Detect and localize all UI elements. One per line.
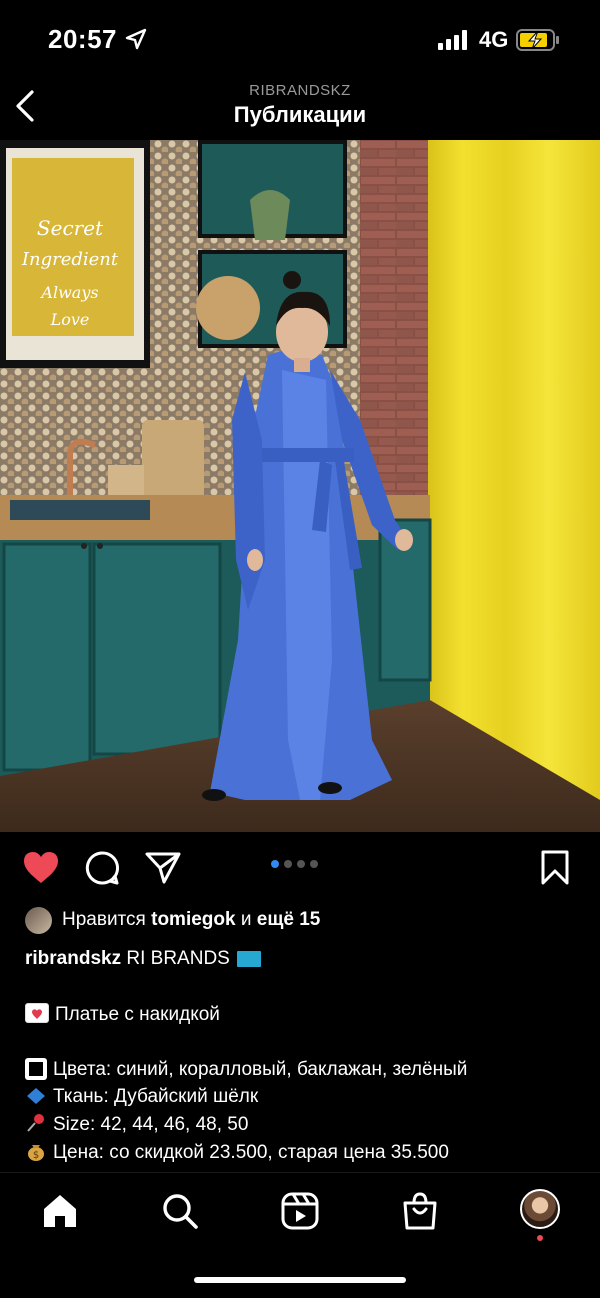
- carousel-dot: [310, 860, 318, 868]
- profile-avatar[interactable]: [520, 1189, 560, 1229]
- pushpin-icon: [25, 1113, 47, 1132]
- reels-icon[interactable]: [280, 1191, 320, 1231]
- caption-line: Цвета: синий, коралловый, баклажан, зелё…: [25, 1056, 585, 1083]
- caption-brand: RI BRANDS: [126, 948, 230, 969]
- caption-fabric: Ткань: Дубайский шёлк: [53, 1086, 259, 1107]
- caption-line: $ Цена: со скидкой 23.500, старая цена 3…: [25, 1139, 585, 1166]
- caption-colors: Цвета: синий, коралловый, баклажан, зелё…: [53, 1059, 468, 1080]
- svg-text:Love: Love: [50, 310, 90, 329]
- page-title: Публикации: [233, 102, 367, 127]
- likes-summary[interactable]: Нравится tomiegok и ещё 15: [25, 905, 320, 935]
- svg-text:Secret: Secret: [37, 216, 104, 240]
- share-icon[interactable]: [145, 850, 181, 886]
- carousel-dot: [271, 860, 279, 868]
- caption-username[interactable]: ribrandskz: [25, 948, 121, 969]
- liker-avatar: [25, 906, 52, 934]
- status-time: 20:57: [48, 24, 117, 54]
- svg-text:Ingredient: Ingredient: [21, 249, 119, 270]
- liker-username[interactable]: tomiegok: [151, 909, 235, 931]
- profile-notification-dot: [537, 1235, 543, 1241]
- caption-price: Цена: со скидкой 23.500, старая цена 35.…: [53, 1142, 449, 1163]
- caption-header: ribrandskz RI BRANDS: [25, 945, 585, 972]
- search-icon[interactable]: [160, 1191, 200, 1231]
- white-square-button-icon: [25, 1058, 47, 1080]
- blue-diamond-icon: [25, 1086, 47, 1104]
- caption-line: Ткань: Дубайский шёлк: [25, 1083, 585, 1110]
- location-arrow-icon: [125, 28, 147, 50]
- svg-text:$: $: [33, 1150, 39, 1161]
- network-type: 4G: [479, 27, 509, 52]
- svg-text:Always: Always: [39, 283, 98, 302]
- carousel-dot: [297, 860, 305, 868]
- likes-connector: и: [240, 909, 252, 930]
- post-actions: [0, 840, 600, 896]
- likes-prefix: Нравится: [62, 909, 146, 930]
- kazakhstan-flag-icon: [237, 951, 262, 967]
- post-photo-illustration: Secret Ingredient Always Love: [0, 140, 600, 832]
- love-letter-icon: [25, 1003, 49, 1023]
- carousel-dot: [284, 860, 292, 868]
- header-account-name: RIBRANDSKZ: [249, 82, 351, 99]
- caption-sizes: Size: 42, 44, 46, 48, 50: [53, 1114, 249, 1135]
- caption-line: Платье с накидкой: [25, 1001, 585, 1028]
- battery-charging-icon: [516, 29, 559, 51]
- status-bar: 20:57 4G: [0, 0, 600, 80]
- likes-others[interactable]: ещё 15: [257, 909, 321, 931]
- carousel-indicator: [271, 860, 318, 868]
- home-indicator[interactable]: [194, 1277, 406, 1283]
- bookmark-icon[interactable]: [540, 850, 570, 886]
- comment-icon[interactable]: [84, 850, 120, 886]
- home-icon[interactable]: [40, 1191, 80, 1231]
- caption-line: Size: 42, 44, 46, 48, 50: [25, 1111, 585, 1138]
- nav-header: RIBRANDSKZ Публикации: [0, 78, 600, 140]
- shop-bag-icon[interactable]: [400, 1191, 440, 1231]
- cellular-signal-icon: [438, 30, 467, 50]
- post-image[interactable]: Secret Ingredient Always Love: [0, 140, 600, 832]
- money-bag-icon: $: [25, 1141, 47, 1161]
- heart-filled-icon[interactable]: [22, 850, 60, 886]
- caption-product: Платье с накидкой: [55, 1004, 220, 1025]
